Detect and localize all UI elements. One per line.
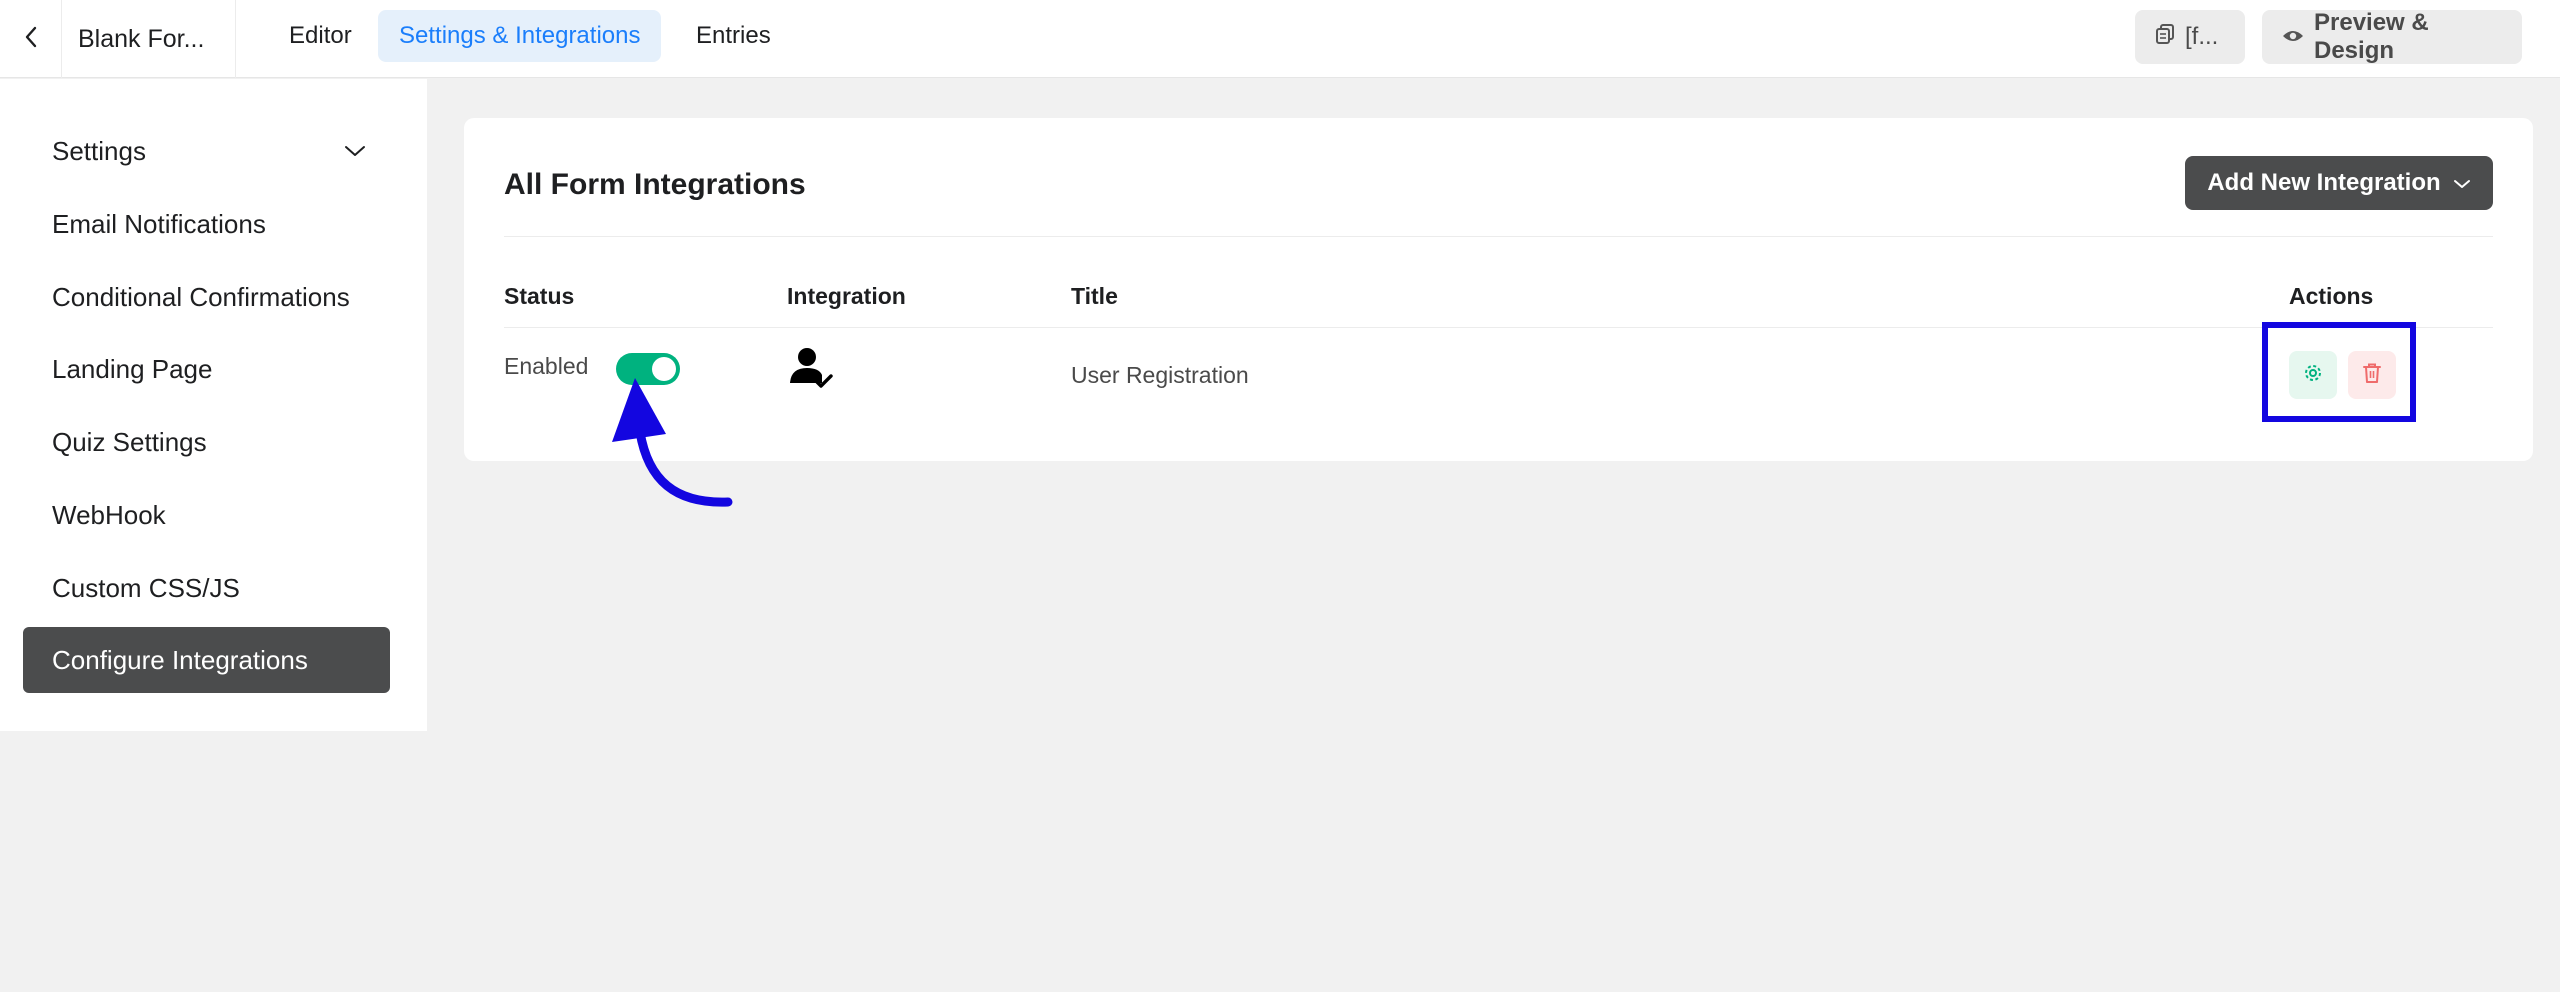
column-header-title: Title [1071,283,1118,309]
sidebar-item-settings[interactable]: Settings [23,118,390,184]
eye-icon [2282,23,2304,51]
integrations-card: All Form Integrations Add New Integratio… [464,118,2533,461]
sidebar-item-label: Conditional Confirmations [52,281,350,312]
sidebar-item-email-notifications[interactable]: Email Notifications [23,191,390,257]
page-title: All Form Integrations [504,168,806,201]
tab-editor[interactable]: Editor [268,10,373,62]
sidebar-item-label: WebHook [52,499,166,530]
tab-entries[interactable]: Entries [675,10,792,62]
sidebar-item-label: Configure Integrations [52,644,308,675]
back-button[interactable] [0,0,62,78]
integration-title: User Registration [1071,362,1249,388]
sidebar-item-label: Email Notifications [52,208,266,239]
preview-design-label: Preview & Design [2314,9,2429,64]
chevron-down-icon [344,144,366,158]
divider [504,327,2493,328]
column-header-actions: Actions [2289,283,2374,309]
chevron-down-icon [2453,169,2471,197]
preview-design-button[interactable]: Preview & Design [2262,9,2522,64]
sidebar-item-webhook[interactable]: WebHook [23,482,390,548]
form-name[interactable]: Blank For... [62,0,236,78]
sidebar-item-label: Quiz Settings [52,426,207,457]
chevron-left-icon [23,25,39,54]
tab-settings-integrations[interactable]: Settings & Integrations [378,10,662,62]
add-new-integration-button[interactable]: Add New Integration [2185,156,2493,210]
sidebar-item-label: Settings [52,135,146,166]
top-bar: Blank For... Editor Settings & Integrati… [0,0,2560,78]
shortcode-button[interactable]: [f... [2135,10,2245,64]
user-check-icon [789,347,835,398]
column-header-integration: Integration [787,283,906,309]
sidebar-item-conditional-confirmations[interactable]: Conditional Confirmations [23,264,390,330]
shortcode-label: [f... [2185,23,2219,50]
sidebar-item-landing-page[interactable]: Landing Page [23,336,390,402]
copy-icon [2155,23,2175,52]
sidebar-item-label: Landing Page [52,353,213,384]
sidebar-item-configure-integrations[interactable]: Configure Integrations [23,627,390,693]
settings-sidebar: Settings Email Notifications Conditional… [0,79,427,731]
sidebar-item-custom-css-js[interactable]: Custom CSS/JS [23,555,390,621]
add-new-integration-label: Add New Integration [2207,169,2441,196]
sidebar-item-quiz-settings[interactable]: Quiz Settings [23,409,390,475]
divider [504,236,2493,237]
status-text: Enabled [504,353,589,379]
annotation-highlight-box [2262,322,2416,422]
sidebar-item-label: Custom CSS/JS [52,572,240,603]
annotation-arrow-icon [612,378,733,507]
column-header-status: Status [504,283,575,309]
